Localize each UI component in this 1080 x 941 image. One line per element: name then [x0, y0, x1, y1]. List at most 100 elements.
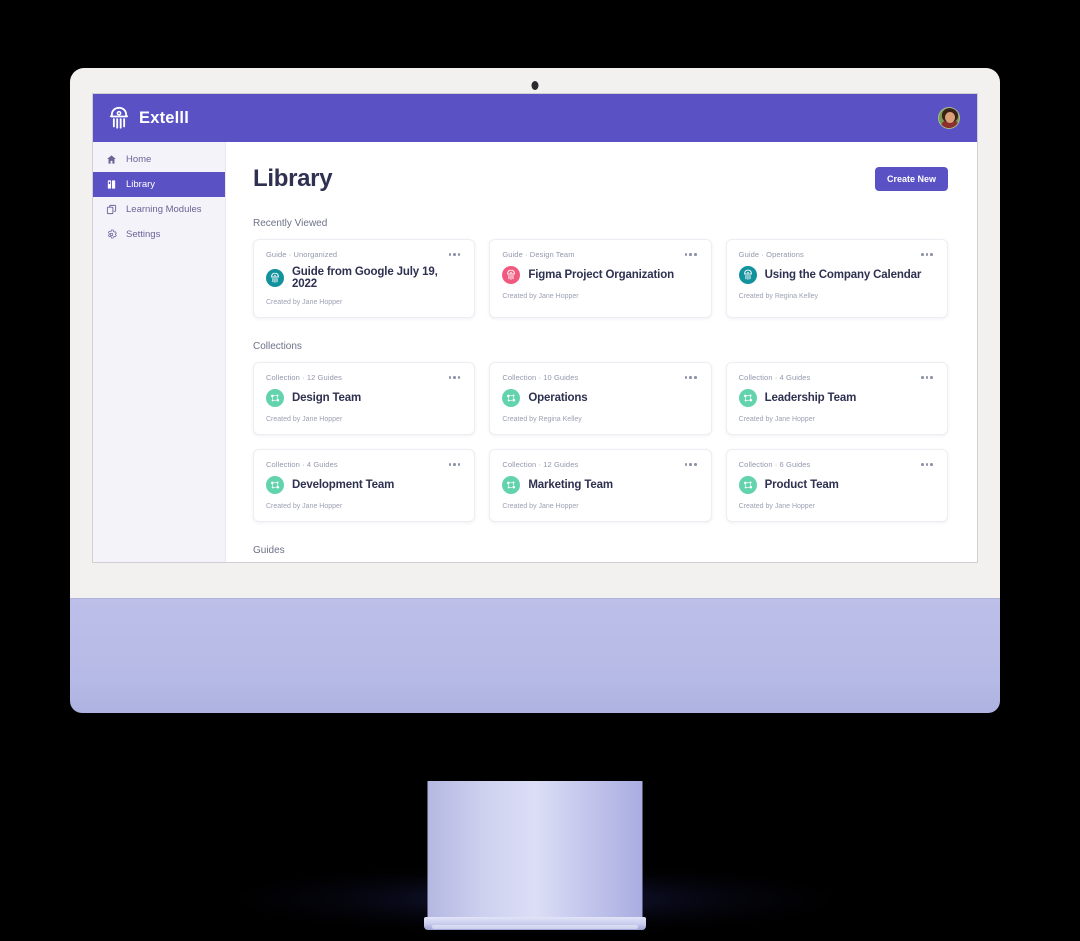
more-options-icon[interactable]	[447, 374, 463, 381]
card-meta-text: Guide · Operations	[738, 250, 804, 259]
card-title: Design Team	[292, 392, 362, 404]
sidebar-item-label: Home	[126, 154, 152, 165]
app-topbar: Extelll	[93, 94, 977, 142]
card-meta-row: Collection · 12 Guides	[502, 460, 698, 469]
card-meta-text: Guide · Design Team	[502, 250, 575, 259]
collection-card[interactable]: Collection · 10 Guides Operations Create…	[489, 362, 712, 435]
card-title-row: Product Team	[738, 476, 935, 494]
collection-badge-icon	[502, 389, 521, 407]
more-options-icon[interactable]	[683, 461, 699, 468]
card-title: Operations	[528, 392, 588, 404]
card-title: Figma Project Organization	[528, 269, 674, 281]
card-meta-row: Collection · 10 Guides	[502, 373, 698, 382]
create-new-button[interactable]: Create New	[874, 167, 948, 191]
more-options-icon[interactable]	[447, 461, 463, 468]
brand-name: Extelll	[139, 108, 190, 127]
card-title-row: Using the Company Calendar	[738, 266, 935, 284]
card-meta-text: Collection · 12 Guides	[266, 373, 342, 382]
recently-viewed-grid: Guide · Unorganized Guide from Google Ju…	[253, 239, 948, 318]
guide-card[interactable]: Guide · Operations Using the Company Cal…	[725, 239, 948, 318]
jellyfish-badge-icon	[502, 266, 521, 284]
card-title-row: Development Team	[266, 476, 462, 494]
more-options-icon[interactable]	[683, 251, 699, 258]
collection-card[interactable]: Collection · 12 Guides	[489, 449, 712, 522]
sidebar-item-learning-modules[interactable]: Learning Modules	[93, 197, 225, 222]
card-meta-text: Collection · 6 Guides	[738, 460, 811, 469]
more-options-icon[interactable]	[919, 461, 935, 468]
monitor-chin	[70, 598, 1000, 713]
brand-logo-group[interactable]: Extelll	[106, 105, 189, 131]
card-creator: Created by Jane Hopper	[738, 416, 815, 423]
collection-badge-icon	[738, 476, 757, 494]
card-meta-text: Collection · 4 Guides	[738, 373, 811, 382]
main-content: Library Create New Recently Viewed Guide…	[226, 142, 977, 562]
sidebar-item-label: Library	[126, 179, 156, 190]
card-meta-row: Collection · 6 Guides	[739, 460, 935, 469]
card-meta-row: Guide · Unorganized	[266, 250, 462, 259]
card-meta-row: Guide · Design Team	[502, 250, 698, 259]
section-label-recently-viewed: Recently Viewed	[253, 218, 328, 229]
app-body: Home Library Learning Modules Settings L…	[93, 142, 977, 562]
more-options-icon[interactable]	[683, 374, 699, 381]
gear-icon	[107, 229, 117, 239]
more-options-icon[interactable]	[919, 374, 935, 381]
camera-icon	[531, 81, 539, 90]
collection-badge-icon	[266, 389, 284, 407]
card-meta-text: Collection · 10 Guides	[502, 373, 579, 382]
card-creator: Created by Jane Hopper	[738, 503, 815, 510]
card-creator: Created by Regina Kelley	[502, 416, 582, 423]
collection-card[interactable]: Collection · 6 Guides Product Team Creat…	[725, 449, 948, 522]
book-icon	[107, 180, 116, 189]
section-label-guides: Guides	[253, 545, 285, 556]
card-title-row: Marketing Team	[502, 476, 698, 494]
card-title-row: Figma Project Organization	[502, 266, 698, 284]
sidebar-item-label: Settings	[126, 229, 161, 240]
jellyfish-badge-icon	[266, 269, 284, 287]
card-creator: Created by Jane Hopper	[266, 299, 343, 306]
sidebar-item-library[interactable]: Library	[93, 172, 225, 197]
card-title: Development Team	[292, 479, 395, 491]
sidebar: Home Library Learning Modules Settings	[93, 142, 226, 562]
collection-badge-icon	[738, 389, 757, 407]
card-title-row: Operations	[502, 389, 698, 407]
monitor-stand-neck	[427, 781, 643, 921]
card-creator: Created by Regina Kelley	[738, 293, 819, 300]
collection-card[interactable]: Collection · 4 Guides	[725, 362, 948, 435]
card-title: Using the Company Calendar	[764, 269, 922, 281]
more-options-icon[interactable]	[919, 251, 935, 258]
more-options-icon[interactable]	[447, 251, 463, 258]
card-creator: Created by Jane Hopper	[502, 503, 579, 510]
monitor-stand-base	[424, 917, 646, 930]
avatar-face	[945, 112, 955, 123]
card-meta-row: Collection · 4 Guides	[739, 373, 935, 382]
page-title: Library	[253, 165, 333, 192]
collection-badge-icon	[502, 476, 521, 494]
card-meta-row: Guide · Operations	[739, 250, 935, 259]
page-header: Library Create New	[253, 165, 948, 193]
card-meta-row: Collection · 12 Guides	[266, 373, 462, 382]
modules-icon	[106, 204, 117, 215]
monitor-device: Extelll Home Library Learning Modules Se…	[70, 68, 1000, 930]
collections-grid: Collection · 12 Guides Design Team Creat…	[253, 362, 948, 522]
card-meta-row: Collection · 4 Guides	[266, 460, 462, 469]
collection-card[interactable]: Collection · 4 Guides	[253, 449, 476, 522]
collection-badge-icon	[266, 476, 284, 494]
monitor-bezel: Extelll Home Library Learning Modules Se…	[70, 68, 1000, 598]
home-icon	[107, 155, 116, 164]
sidebar-item-settings[interactable]: Settings	[93, 222, 225, 247]
card-title-row: Leadership Team	[738, 389, 935, 407]
card-creator: Created by Jane Hopper	[502, 293, 579, 300]
card-title: Guide from Google July 19, 2022	[292, 266, 438, 290]
avatar[interactable]	[938, 107, 960, 129]
card-meta-text: Guide · Unorganized	[266, 250, 338, 259]
section-label-collections: Collections	[253, 341, 302, 352]
sidebar-item-home[interactable]: Home	[93, 147, 225, 172]
card-title-row: Design Team	[266, 389, 462, 407]
jellyfish-badge-icon	[738, 266, 757, 284]
card-title: Marketing Team	[528, 479, 613, 491]
card-creator: Created by Jane Hopper	[266, 503, 343, 510]
guide-card[interactable]: Guide · Design Team Figma Project Organi…	[489, 239, 712, 318]
guide-card[interactable]: Guide · Unorganized Guide from Google Ju…	[253, 239, 476, 318]
card-meta-text: Collection · 12 Guides	[502, 460, 579, 469]
collection-card[interactable]: Collection · 12 Guides	[253, 362, 476, 435]
